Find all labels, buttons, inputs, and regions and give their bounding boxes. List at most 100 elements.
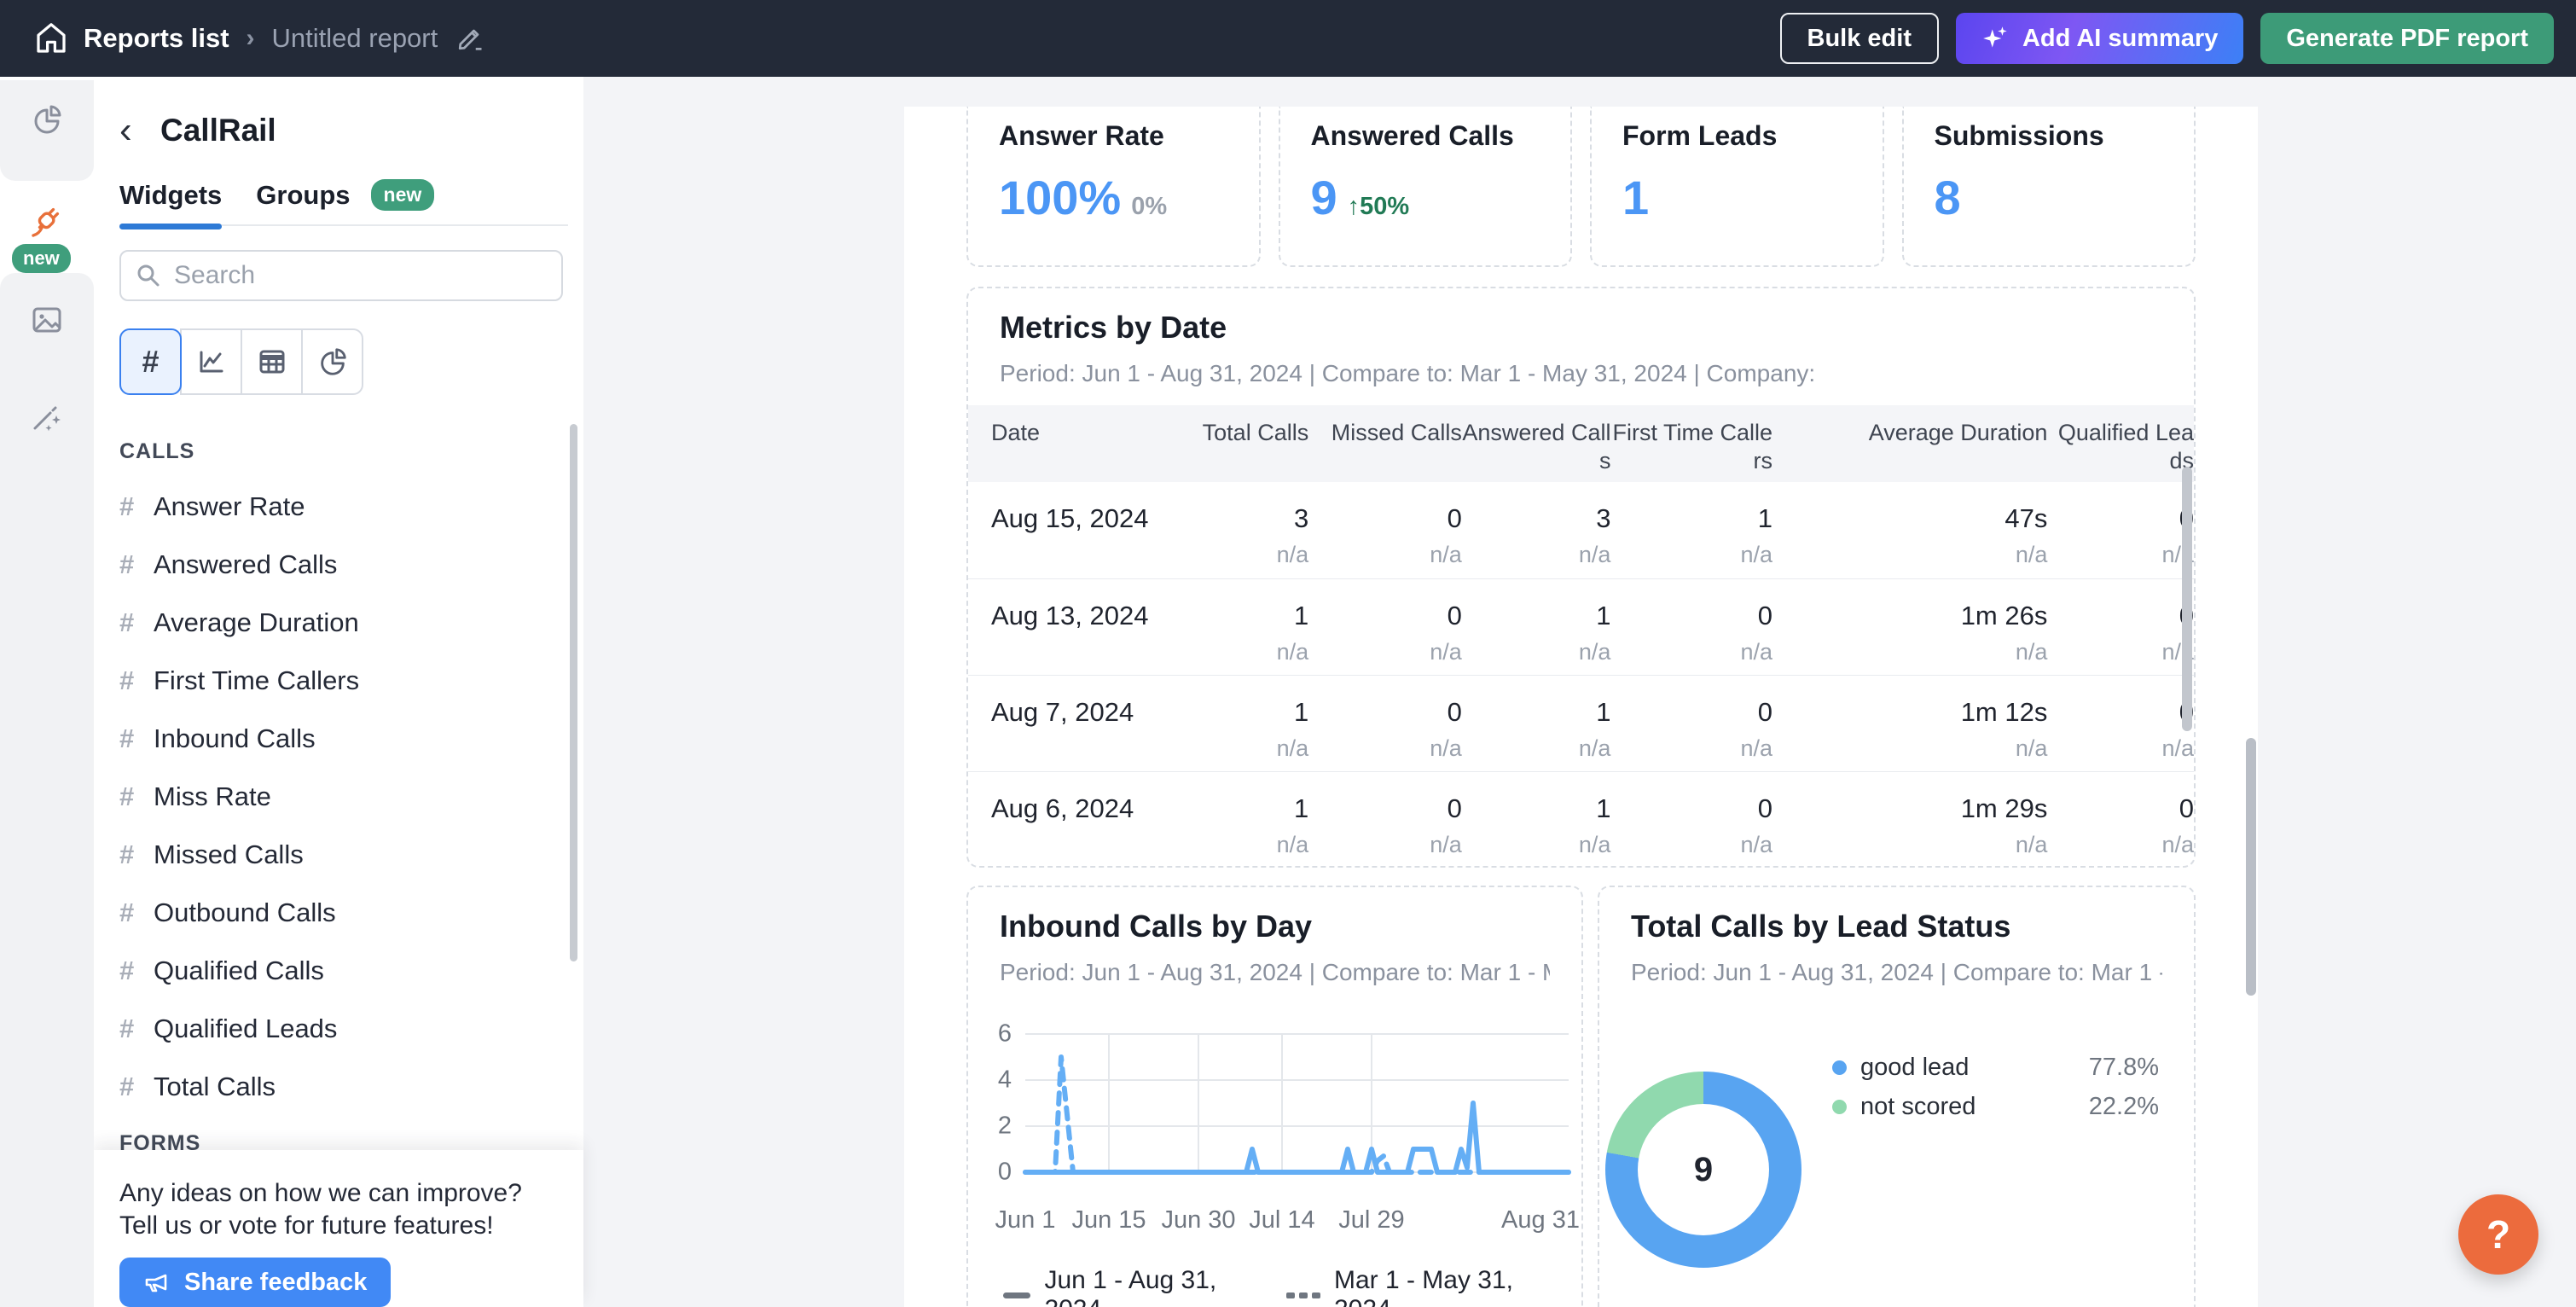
search-input[interactable] — [119, 250, 563, 301]
donut-body: 9 good lead 77.8% ↑40% not scor — [1605, 1041, 2162, 1268]
col-total-calls: Total Calls — [1170, 419, 1309, 482]
col-missed-calls: Missed Calls — [1308, 419, 1462, 482]
line-chart-icon — [195, 346, 228, 378]
pie-widget-icon — [316, 346, 349, 378]
kpi-card-answered-calls[interactable]: Answered Calls 9 ↑50% — [1279, 107, 1573, 267]
sidebar-widget-item[interactable]: #Inbound Calls — [119, 710, 583, 768]
total-calls-by-lead-status-widget[interactable]: Total Calls by Lead Status Period: Jun 1… — [1598, 886, 2196, 1307]
cell-date: Aug 7, 2024 — [991, 676, 1170, 771]
dashed-line-marker — [1286, 1292, 1320, 1298]
sidebar-widget-item[interactable]: #Total Calls — [119, 1058, 583, 1116]
bulk-edit-button[interactable]: Bulk edit — [1780, 13, 1939, 64]
cell-value: 47sn/a — [1772, 482, 2047, 578]
x-axis-labels: Jun 1Jun 15Jun 30Jul 14Jul 29Aug 31 — [1025, 1206, 1569, 1235]
inbound-line-chart — [1025, 1034, 1569, 1172]
donut-legend-row-good-lead: good lead 77.8% ↑40% — [1832, 1048, 2196, 1087]
calls-widget-list: #Answer Rate#Answered Calls#Average Dura… — [119, 478, 583, 1116]
cell-value: 0n/a — [1308, 482, 1462, 578]
metrics-period: Period: Jun 1 - Aug 31, 2024 | Compare t… — [1000, 360, 2162, 387]
cell-value: 0n/a — [1308, 579, 1462, 675]
slice-percent: 22.2% — [2057, 1093, 2159, 1121]
generate-pdf-button[interactable]: Generate PDF report — [2260, 13, 2554, 64]
sidebar-widget-item[interactable]: #Average Duration — [119, 594, 583, 652]
hash-icon: # — [119, 607, 154, 638]
kpi-value: 9 — [1311, 170, 1337, 225]
magic-wand-rail-icon[interactable] — [30, 401, 64, 435]
kpi-value: 100% — [999, 170, 1121, 225]
widget-type-table[interactable] — [241, 328, 303, 395]
kpi-card-answer-rate[interactable]: Answer Rate 100%0% — [966, 107, 1261, 267]
hash-icon: # — [119, 723, 154, 754]
kpi-value: 8 — [1935, 170, 1961, 225]
x-tick-label: Jun 30 — [1161, 1206, 1235, 1234]
widget-type-pie[interactable] — [301, 328, 363, 395]
cell-value: 1m 26sn/a — [1772, 579, 2047, 675]
cell-value: 1m 29sn/a — [1772, 772, 2047, 868]
lead-status-donut: 9 — [1605, 1072, 1801, 1268]
table-row: Aug 15, 20243n/a0n/a3n/a1n/a47sn/a0n/a — [968, 482, 2194, 578]
cell-value: 0n/a — [2047, 772, 2194, 868]
sidebar-widget-item[interactable]: #First Time Callers — [119, 652, 583, 710]
sidebar-scrollbar[interactable] — [570, 424, 577, 961]
sidebar-widget-item[interactable]: #Missed Calls — [119, 826, 583, 884]
col-date: Date — [991, 419, 1170, 482]
kpi-delta: ↑50% — [1348, 193, 1410, 221]
kpi-title: Answer Rate — [999, 119, 1228, 153]
add-ai-summary-button[interactable]: Add AI summary — [1956, 13, 2243, 64]
breadcrumb-current-report: Untitled report — [272, 23, 438, 54]
slice-change: ↑40% — [2159, 1054, 2196, 1082]
canvas-scrollbar[interactable] — [2246, 738, 2256, 996]
kpi-cards-row: Answer Rate 100%0% Answered Calls 9↑50% … — [966, 107, 2196, 267]
donut-chart-title: Total Calls by Lead Status — [1631, 908, 2162, 945]
sidebar-widget-item[interactable]: #Qualified Calls — [119, 942, 583, 1000]
table-row: Aug 13, 20241n/a0n/a1n/a0n/a1m 26sn/a0n/… — [968, 578, 2194, 675]
help-button[interactable]: ? — [2458, 1194, 2538, 1275]
col-average-duration: Average Duration — [1772, 419, 2047, 482]
kpi-value: 1 — [1622, 170, 1649, 225]
cell-value: 0n/a — [2047, 482, 2194, 578]
widget-type-linechart[interactable] — [180, 328, 242, 395]
table-scrollbar[interactable] — [2182, 467, 2192, 731]
hash-icon: # — [119, 781, 154, 812]
sidebar-item-label: Inbound Calls — [154, 723, 316, 754]
home-icon[interactable] — [34, 21, 68, 55]
edit-report-name-icon[interactable] — [455, 23, 485, 54]
sidebar-item-label: Average Duration — [154, 607, 359, 638]
report-sheet: Answer Rate 100%0% Answered Calls 9↑50% … — [904, 107, 2258, 1307]
table-header: Date Total Calls Missed Calls Answered C… — [968, 405, 2194, 482]
sidebar-back-chevron[interactable]: ‹ — [119, 118, 148, 143]
x-tick-label: Jun 15 — [1071, 1206, 1146, 1234]
line-chart-plot: 0246 — [1025, 1034, 1569, 1172]
tab-widgets[interactable]: Widgets — [119, 180, 222, 211]
sidebar-widget-item[interactable]: #Qualified Leads — [119, 1000, 583, 1058]
widget-type-number[interactable]: # — [119, 328, 182, 395]
inbound-calls-by-day-widget[interactable]: Inbound Calls by Day Period: Jun 1 - Aug… — [966, 886, 1583, 1307]
tab-groups[interactable]: Groups — [256, 180, 350, 211]
cell-value: 3n/a — [1462, 482, 1611, 578]
feedback-line1: Any ideas on how we can improve? — [119, 1177, 583, 1210]
hash-icon: # — [119, 956, 154, 986]
app-body: new ‹ CallRail Widgets Groups new # — [0, 77, 2576, 1307]
breadcrumb-chevron-icon: › — [247, 24, 255, 53]
cell-value: 0n/a — [1308, 676, 1462, 771]
report-canvas: Answer Rate 100%0% Answered Calls 9↑50% … — [583, 77, 2576, 1307]
sidebar-widget-item[interactable]: #Answered Calls — [119, 536, 583, 594]
kpi-card-form-leads[interactable]: Form Leads 1 — [1590, 107, 1884, 267]
breadcrumb-reports-list[interactable]: Reports list — [84, 23, 229, 54]
kpi-title: Answered Calls — [1311, 119, 1540, 153]
x-tick-label: Jul 29 — [1338, 1206, 1404, 1234]
line-chart-legend: Jun 1 - Aug 31, 2024 Mar 1 - May 31, 202… — [1003, 1266, 1550, 1307]
share-feedback-button[interactable]: Share feedback — [119, 1258, 391, 1307]
integrations-plug-icon[interactable] — [27, 203, 67, 242]
metrics-by-date-widget[interactable]: Metrics by Date Period: Jun 1 - Aug 31, … — [966, 287, 2196, 868]
cell-date: Aug 15, 2024 — [991, 482, 1170, 578]
kpi-card-submissions[interactable]: Submissions 8 — [1902, 107, 2196, 267]
legend-label: Jun 1 - Aug 31, 2024 — [1044, 1266, 1257, 1307]
sidebar-widget-item[interactable]: #Outbound Calls — [119, 884, 583, 942]
metrics-title: Metrics by Date — [1000, 309, 2162, 346]
not-scored-dot — [1832, 1100, 1847, 1114]
pie-chart-rail-icon[interactable] — [30, 102, 64, 137]
sidebar-widget-item[interactable]: #Answer Rate — [119, 478, 583, 536]
image-rail-icon[interactable] — [30, 303, 64, 337]
sidebar-widget-item[interactable]: #Miss Rate — [119, 768, 583, 826]
